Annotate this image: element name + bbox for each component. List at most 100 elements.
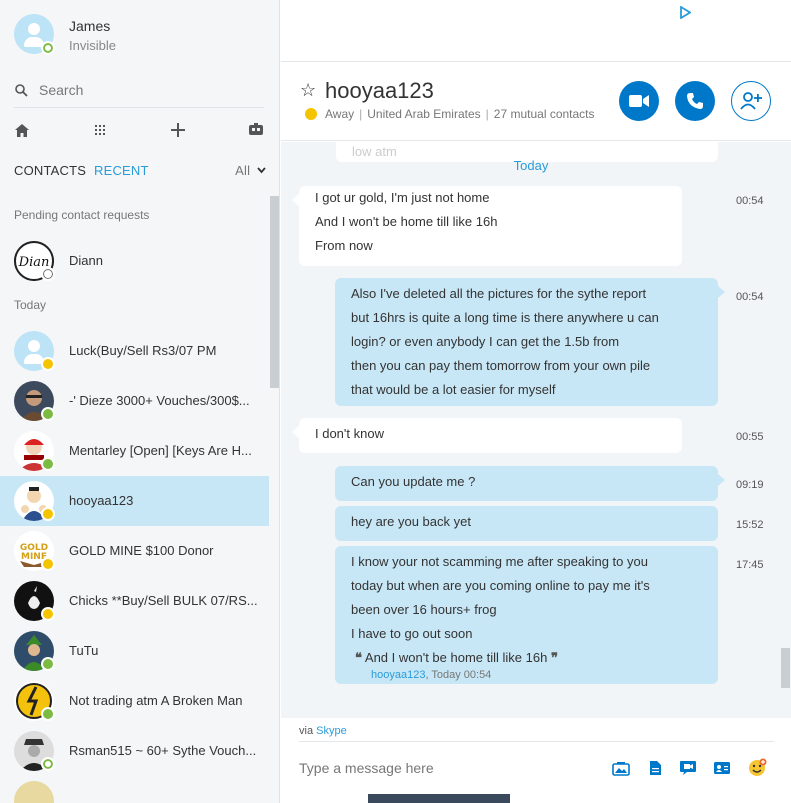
message-time: 17:45 xyxy=(736,559,764,571)
bot-icon[interactable] xyxy=(246,120,266,140)
quote-author[interactable]: hooyaa123 xyxy=(371,669,425,681)
message-time: 15:52 xyxy=(736,519,764,531)
my-status[interactable]: Invisible xyxy=(69,38,116,53)
message-time: 00:55 xyxy=(736,431,764,443)
quoted-message[interactable]: ❝ And I won't be home till like 16h ❞ ho… xyxy=(351,648,702,682)
message-bubble-outgoing[interactable]: Also I've deleted all the pictures for t… xyxy=(335,278,725,406)
chevron-down-icon xyxy=(257,167,266,174)
add-person-icon xyxy=(740,92,762,110)
mutual-contacts[interactable]: 27 mutual contacts xyxy=(494,107,595,121)
ad-banner xyxy=(281,0,791,62)
close-quote-icon: ❞ xyxy=(550,650,558,665)
ad-choices-icon[interactable] xyxy=(679,6,691,19)
message-text: I got ur gold, I'm just not home xyxy=(315,190,490,205)
message-text: Also I've deleted all the pictures for t… xyxy=(351,286,647,301)
dialpad-icon[interactable] xyxy=(90,120,110,140)
contact-item-selected[interactable]: hooyaa123 xyxy=(0,476,269,526)
conversation-scrollbar[interactable] xyxy=(781,648,790,688)
chat-title[interactable]: hooyaa123 xyxy=(325,78,434,104)
message-text: hey are you back yet xyxy=(351,514,471,529)
compose-area: via Skype xyxy=(281,718,791,803)
contact-status: Away xyxy=(325,107,355,121)
video-call-button[interactable] xyxy=(619,81,659,121)
presence-invisible-icon xyxy=(41,41,55,55)
search-icon xyxy=(15,84,28,97)
contact-name: -' Dieze 3000+ Vouches/300$... xyxy=(69,393,250,408)
contact-name: Chicks **Buy/Sell BULK 07/RS... xyxy=(69,593,258,608)
add-icon[interactable] xyxy=(168,120,188,140)
profile[interactable]: James Invisible xyxy=(14,14,264,56)
message-bubble-outgoing[interactable]: I know your not scamming me after speaki… xyxy=(335,546,718,684)
filter-dropdown[interactable]: All xyxy=(235,163,266,178)
message-text: From now xyxy=(315,238,373,253)
contact-item[interactable]: Luck(Buy/Sell Rs3/07 PM xyxy=(0,326,269,376)
message-input[interactable] xyxy=(299,760,599,776)
presence-away-icon xyxy=(41,557,55,571)
chat-subtitle: Away | United Arab Emirates | 27 mutual cont… xyxy=(305,107,595,121)
message-bubble-outgoing[interactable]: Can you update me ? xyxy=(335,466,725,501)
conversation-panel: ☆ hooyaa123 Away | United Arab Emirates | 27… xyxy=(281,0,791,803)
message-time: 00:54 xyxy=(736,195,764,207)
contact-name: GOLD MINE $100 Donor xyxy=(69,543,214,558)
message-bubble-incoming[interactable]: I don't know xyxy=(292,418,682,453)
contact-item-partial[interactable] xyxy=(0,776,269,803)
contact-item[interactable]: TuTu xyxy=(0,626,269,676)
presence-away-icon xyxy=(41,507,55,521)
contact-list-scrollbar[interactable] xyxy=(270,196,279,388)
message-text: And I won't be home till like 16h xyxy=(315,214,498,229)
file-icon[interactable] xyxy=(645,758,665,778)
contact-name: Rsman515 ~ 60+ Sythe Vouch... xyxy=(69,743,257,758)
message-text: I have to go out soon xyxy=(351,626,473,641)
favorite-star-icon[interactable]: ☆ xyxy=(300,80,316,101)
video-message-icon[interactable] xyxy=(678,758,698,778)
quote-timestamp: , Today 00:54 xyxy=(425,669,492,681)
contact-tabs: CONTACTS RECENT All xyxy=(14,163,266,181)
via-brand[interactable]: Skype xyxy=(316,725,347,737)
open-quote-icon: ❝ xyxy=(355,650,362,665)
search-input[interactable] xyxy=(39,82,259,98)
contact-item[interactable]: Rsman515 ~ 60+ Sythe Vouch... xyxy=(0,726,269,776)
home-icon[interactable] xyxy=(12,120,32,140)
sidebar-toolbar xyxy=(14,120,264,142)
quote-attribution: hooyaa123, Today 00:54 xyxy=(355,668,702,682)
background-window-edge xyxy=(368,794,510,803)
quoted-text: And I won't be home till like 16h xyxy=(364,650,548,665)
message-list: low atm Today I got ur gold, I'm just no… xyxy=(281,142,791,718)
filter-label: All xyxy=(235,163,251,178)
contact-name: Diann xyxy=(69,253,103,268)
message-bubble-outgoing[interactable]: hey are you back yet xyxy=(335,506,718,541)
presence-online-icon xyxy=(41,707,55,721)
phone-icon xyxy=(687,93,703,109)
day-separator: Today xyxy=(513,158,549,173)
contact-item[interactable]: -' Dieze 3000+ Vouches/300$... xyxy=(0,376,269,426)
tab-contacts[interactable]: CONTACTS xyxy=(14,163,86,178)
emoticon-icon[interactable] xyxy=(747,758,767,778)
pending-request-icon xyxy=(41,267,55,281)
message-time: 09:19 xyxy=(736,479,764,491)
media-icon[interactable] xyxy=(611,758,631,778)
contact-item[interactable]: Mentarley [Open] [Keys Are H... xyxy=(0,426,269,476)
message-text: I know your not scamming me after speaki… xyxy=(351,554,648,569)
audio-call-button[interactable] xyxy=(675,81,715,121)
contact-name: Mentarley [Open] [Keys Are H... xyxy=(69,443,252,458)
message-bubble-incoming[interactable]: I got ur gold, I'm just not home And I w… xyxy=(292,186,682,266)
message-text: but 16hrs is quite a long time is there … xyxy=(351,310,659,325)
contact-item[interactable]: Not trading atm A Broken Man xyxy=(0,676,269,726)
compose-divider xyxy=(299,741,774,742)
contact-card-icon[interactable] xyxy=(712,758,732,778)
presence-online-icon xyxy=(41,657,55,671)
search-box[interactable] xyxy=(14,80,264,108)
presence-invisible-icon xyxy=(41,757,55,771)
contact-item[interactable]: GOLD MINE GOLD MINE $100 Donor xyxy=(0,526,269,576)
pending-requests-label: Pending contact requests xyxy=(14,208,150,222)
contact-item[interactable]: Chicks **Buy/Sell BULK 07/RS... xyxy=(0,576,269,626)
tab-recent[interactable]: RECENT xyxy=(94,163,149,178)
contact-name: TuTu xyxy=(69,643,99,658)
add-people-button[interactable] xyxy=(731,81,771,121)
contact-item-diann[interactable]: Dian Diann xyxy=(0,236,269,286)
message-text: login? or even anybody I can get the 1.5… xyxy=(351,334,620,349)
message-text: I don't know xyxy=(315,426,384,441)
message-text: then you can pay them tomorrow from your… xyxy=(351,358,651,373)
contact-name: Luck(Buy/Sell Rs3/07 PM xyxy=(69,343,217,358)
message-time: 00:54 xyxy=(736,291,764,303)
